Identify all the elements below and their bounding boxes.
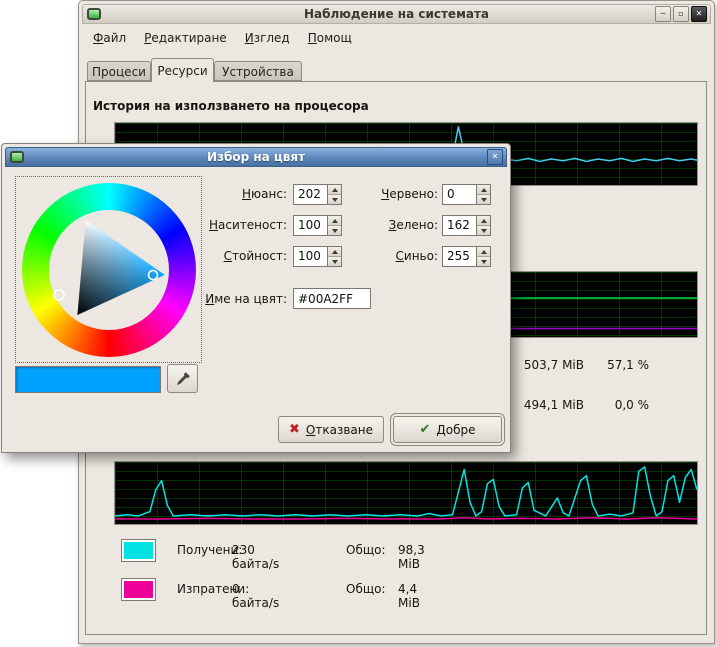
blue-spin-down-icon[interactable] (477, 256, 490, 266)
menu-file[interactable]: Файл (84, 28, 135, 48)
received-color-button[interactable] (121, 539, 156, 562)
cpu-history-heading: История на използването на процесора (93, 99, 369, 113)
blue-spinner[interactable]: 255 (442, 246, 491, 267)
network-history-graph (114, 461, 698, 525)
saturation-value[interactable]: 100 (293, 215, 327, 236)
hue-spin-down-icon[interactable] (328, 194, 341, 204)
sent-color-swatch (124, 581, 153, 598)
cancel-x-icon: ✖ (289, 422, 300, 437)
received-total-label: Общо: (346, 543, 386, 557)
green-label: Зелено: (348, 215, 438, 236)
sent-total: 4,4 MiB (398, 582, 420, 610)
saturation-label: Наситеност: (187, 215, 287, 236)
hue-spinner[interactable]: 202 (293, 184, 342, 205)
ok-check-icon: ✔ (419, 422, 430, 437)
saturation-spin-down-icon[interactable] (328, 225, 341, 235)
memory-used-percent: 57,1 % (577, 358, 649, 372)
saturation-value-triangle[interactable] (22, 183, 196, 357)
ok-button[interactable]: ✔ Добре (393, 416, 502, 443)
dialog-titlebar[interactable]: Избор на цвят ✕ (5, 147, 507, 167)
memory-used-value: 503,7 MiB (499, 358, 584, 372)
hue-value[interactable]: 202 (293, 184, 327, 205)
received-color-swatch (124, 542, 153, 559)
dialog-close-icon[interactable]: ✕ (487, 149, 503, 165)
blue-label: Синьо: (348, 246, 438, 267)
swap-used-value: 494,1 MiB (499, 398, 584, 412)
tab-resources[interactable]: Ресурси (151, 58, 214, 82)
desktop: Наблюдение на системата ─ ▫ ✕ ФайлРедакт… (0, 0, 717, 647)
minimize-icon[interactable]: ─ (655, 6, 671, 22)
color-preview (15, 366, 161, 393)
color-wheel-area (15, 176, 202, 363)
color-name-label: Име на цвят: (187, 289, 287, 310)
menubar: ФайлРедактиранеИзгледПомощ (84, 28, 361, 50)
cancel-button[interactable]: ✖ Отказване (278, 416, 384, 443)
color-name-input[interactable] (293, 288, 371, 309)
value-label: Стойност: (187, 246, 287, 267)
blue-spin-up-icon[interactable] (477, 247, 490, 256)
main-window-title: Наблюдение на системата (83, 7, 710, 21)
red-spin-up-icon[interactable] (477, 185, 490, 194)
value-spinner[interactable]: 100 (293, 246, 342, 267)
sent-color-button[interactable] (121, 578, 156, 601)
sent-total-label: Общо: (346, 582, 386, 596)
dialog-app-icon (10, 151, 24, 163)
menu-view[interactable]: Изглед (236, 28, 299, 48)
cancel-button-label: Отказване (306, 423, 373, 437)
tab-devices[interactable]: Устройства (214, 61, 302, 81)
hue-label: Нюанс: (187, 184, 287, 205)
eyedropper-icon (175, 371, 191, 387)
red-spinner[interactable]: 0 (442, 184, 491, 205)
hue-spin-up-icon[interactable] (328, 185, 341, 194)
hue-marker (54, 290, 64, 300)
value-spin-down-icon[interactable] (328, 256, 341, 266)
dialog-title: Избор на цвят (6, 150, 506, 164)
value-value[interactable]: 100 (293, 246, 327, 267)
red-value[interactable]: 0 (442, 184, 476, 205)
color-picker-dialog: Избор на цвят ✕ (1, 143, 511, 453)
main-titlebar[interactable]: Наблюдение на системата ─ ▫ ✕ (82, 4, 711, 24)
saturation-spinner[interactable]: 100 (293, 215, 342, 236)
received-rate: 230 байта/s (232, 543, 279, 571)
swap-used-percent: 0,0 % (577, 398, 649, 412)
red-spin-down-icon[interactable] (477, 194, 490, 204)
red-label: Червено: (348, 184, 438, 205)
value-spin-up-icon[interactable] (328, 247, 341, 256)
received-total: 98,3 MiB (398, 543, 425, 571)
menu-help[interactable]: Помощ (299, 28, 361, 48)
saturation-spin-up-icon[interactable] (328, 216, 341, 225)
system-monitor-app-icon (87, 8, 101, 20)
maximize-icon[interactable]: ▫ (673, 6, 689, 22)
green-value[interactable]: 162 (442, 215, 476, 236)
eyedropper-button[interactable] (167, 364, 198, 393)
green-spinner[interactable]: 162 (442, 215, 491, 236)
blue-value[interactable]: 255 (442, 246, 476, 267)
ok-button-label: Добре (436, 423, 475, 437)
tab-processes[interactable]: Процеси (87, 61, 151, 81)
menu-edit[interactable]: Редактиране (135, 28, 236, 48)
close-icon[interactable]: ✕ (691, 6, 707, 22)
green-spin-up-icon[interactable] (477, 216, 490, 225)
sent-rate: 0 байта/s (232, 582, 279, 610)
green-spin-down-icon[interactable] (477, 225, 490, 235)
